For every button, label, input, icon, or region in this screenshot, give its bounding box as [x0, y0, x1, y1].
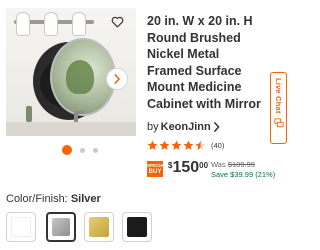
star-icon	[159, 140, 170, 150]
swatch-white[interactable]	[6, 212, 36, 242]
color-finish-label: Color/Finish: Silver	[6, 193, 101, 205]
swatch-black-fill	[127, 217, 147, 237]
swatch-silver-fill	[52, 218, 70, 236]
special-buy-badge: SPECIAL BUY	[147, 161, 167, 177]
star-icon	[195, 140, 206, 150]
chevron-right-icon	[114, 74, 120, 84]
rating[interactable]: (40)	[147, 140, 224, 151]
swatch-silver[interactable]	[46, 212, 76, 242]
brand-prefix: by	[147, 121, 159, 133]
product-title: 20 in. W x 20 in. H Round Brushed Nickel…	[147, 14, 261, 111]
carousel-dot[interactable]	[93, 147, 98, 153]
brand-name: KeonJinn	[160, 121, 211, 133]
review-count: (40)	[211, 141, 225, 150]
faucet-spout	[74, 111, 84, 114]
mirror-reflection	[66, 60, 94, 94]
heart-icon	[111, 16, 123, 28]
badge-line-1: SPECIAL	[147, 163, 167, 168]
swatch-white-fill	[11, 217, 31, 237]
favorite-button[interactable]	[108, 13, 126, 31]
star-rating	[147, 140, 206, 151]
badge-line-2: BUY	[148, 168, 162, 175]
swatch-black[interactable]	[122, 212, 152, 242]
was-price: Was $189.99	[211, 160, 255, 169]
live-chat-label: Live Chat	[274, 78, 283, 114]
price-cents: 00	[199, 161, 209, 170]
brand-link[interactable]: by KeonJinn	[147, 121, 220, 133]
vanity-light-shade	[72, 12, 86, 36]
vanity-light-shade	[16, 12, 30, 36]
carousel-dot[interactable]	[62, 145, 72, 155]
next-image-button[interactable]	[106, 68, 128, 90]
savings-text: Save $39.99 (21%)	[211, 170, 276, 179]
chevron-right-icon	[213, 122, 220, 132]
price-dollars: 150	[172, 159, 200, 176]
vanity-counter	[6, 122, 136, 136]
color-finish-title: Color/Finish:	[6, 193, 68, 205]
was-price-value: $189.99	[227, 160, 255, 169]
was-label: Was	[211, 160, 226, 169]
star-icon	[183, 140, 194, 150]
image-carousel-dots	[62, 145, 98, 155]
price: $ 150 00	[168, 160, 208, 176]
selected-color: Silver	[70, 193, 101, 205]
swatch-gold-fill	[89, 217, 109, 237]
live-chat-button[interactable]: Live Chat	[270, 72, 287, 144]
vanity-light-shade	[44, 12, 58, 36]
carousel-dot[interactable]	[80, 147, 85, 153]
chat-icon	[273, 117, 284, 127]
swatch-gold[interactable]	[84, 212, 114, 242]
star-icon	[147, 140, 158, 150]
vase	[26, 106, 32, 122]
star-icon	[171, 140, 182, 150]
